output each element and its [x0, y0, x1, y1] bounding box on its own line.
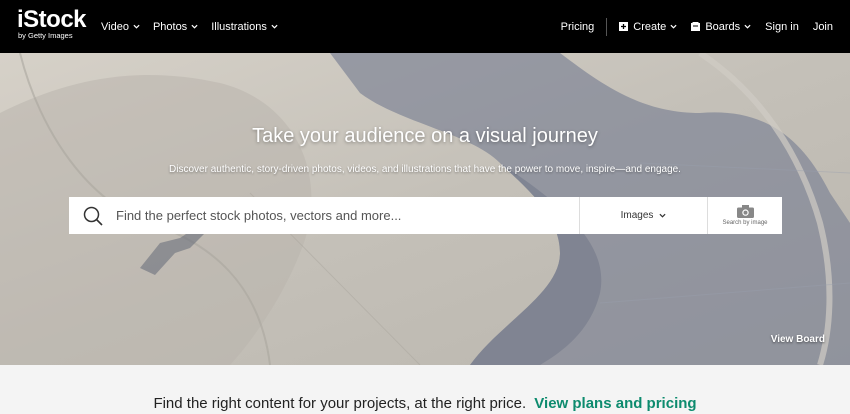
chevron-down-icon	[191, 24, 198, 29]
logo-text: iStock	[17, 6, 87, 33]
nav-photos[interactable]: Photos	[153, 21, 198, 33]
search-type-label: Images	[620, 210, 654, 221]
pricing-promo: Find the right content for your projects…	[0, 395, 850, 412]
chevron-down-icon	[271, 24, 278, 29]
search-type-dropdown[interactable]: Images	[579, 197, 707, 234]
search-by-image-button[interactable]: Search by image	[707, 197, 782, 234]
plus-square-icon	[619, 22, 629, 31]
search-input[interactable]	[116, 197, 576, 234]
nav-boards[interactable]: Boards	[691, 21, 751, 33]
chevron-down-icon	[659, 213, 666, 218]
nav-illustrations-label: Illustrations	[211, 20, 267, 33]
secondary-nav: Pricing Create Boards Sign in Join	[561, 0, 833, 53]
sign-in-label: Sign in	[765, 20, 799, 33]
pricing-promo-section: Find the right content for your projects…	[0, 365, 850, 414]
primary-nav: Video Photos Illustrations	[101, 0, 291, 53]
hero-banner: Take your audience on a visual journey D…	[0, 53, 850, 365]
top-nav-bar: iStock by Getty Images Video Photos Illu…	[0, 0, 850, 53]
nav-pricing-label: Pricing	[560, 20, 595, 33]
search-by-image-label: Search by image	[722, 220, 768, 226]
nav-pricing[interactable]: Pricing	[561, 21, 595, 33]
chevron-down-icon	[744, 24, 751, 29]
boards-icon	[691, 22, 701, 31]
view-board-link[interactable]: View Board	[771, 334, 825, 345]
nav-divider	[606, 17, 608, 36]
nav-photos-label: Photos	[152, 20, 188, 33]
pricing-promo-text: Find the right content for your projects…	[153, 395, 527, 412]
join-label: Join	[812, 20, 833, 33]
hero-title: Take your audience on a visual journey	[252, 125, 598, 147]
search-bar: Images Search by image	[69, 197, 782, 234]
nav-illustrations[interactable]: Illustrations	[211, 21, 278, 33]
join-link[interactable]: Join	[813, 21, 833, 33]
sign-in-link[interactable]: Sign in	[765, 21, 799, 33]
camera-icon	[736, 205, 754, 218]
nav-boards-label: Boards	[705, 20, 741, 33]
hero-subtitle: Discover authentic, story-driven photos,…	[169, 164, 681, 175]
nav-create-label: Create	[633, 20, 667, 33]
chevron-down-icon	[133, 24, 140, 29]
view-plans-link[interactable]: View plans and pricing	[534, 395, 696, 412]
nav-video[interactable]: Video	[101, 21, 140, 33]
search-icon[interactable]	[83, 206, 103, 226]
nav-create[interactable]: Create	[619, 21, 677, 33]
nav-video-label: Video	[101, 20, 129, 33]
istock-logo[interactable]: iStock by Getty Images	[17, 6, 87, 41]
chevron-down-icon	[670, 24, 677, 29]
